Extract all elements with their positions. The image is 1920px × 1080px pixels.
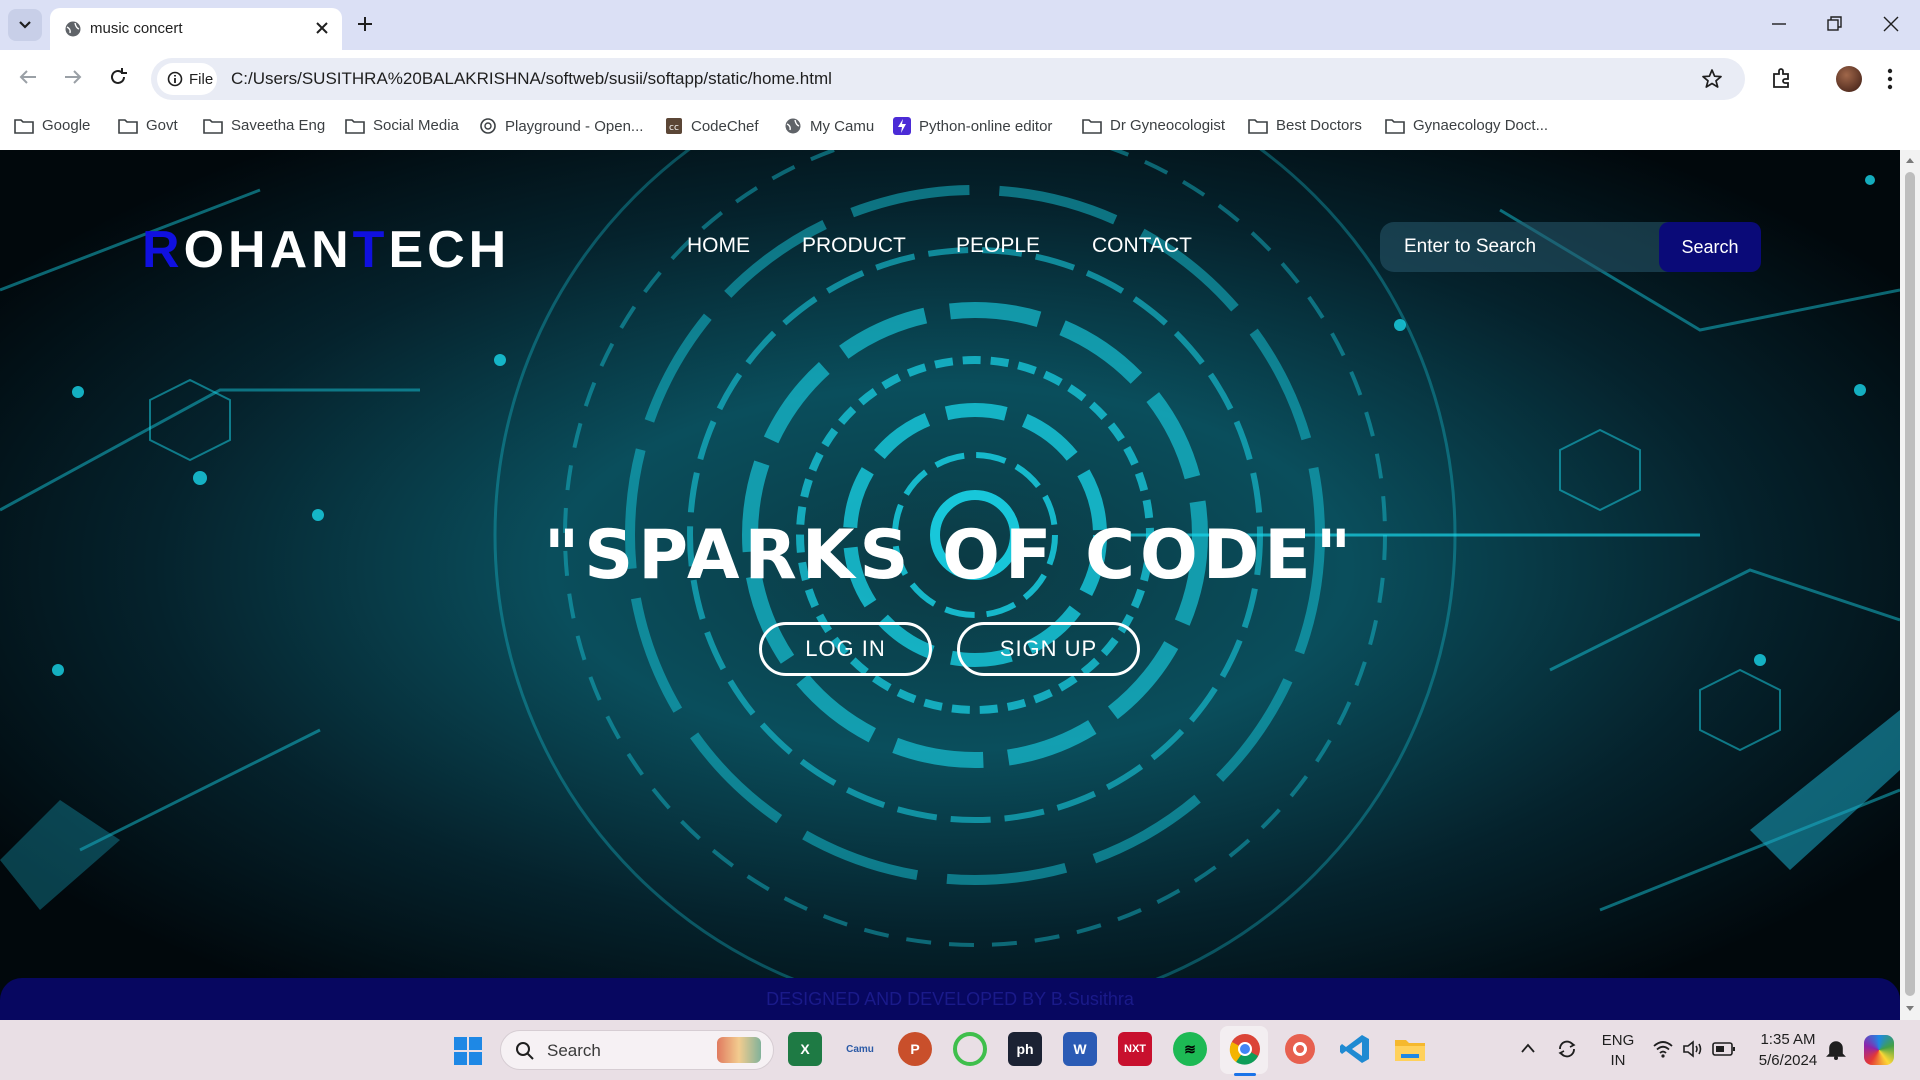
scrollbar-thumb[interactable] [1905, 172, 1915, 996]
ph-app-icon[interactable]: ph [1008, 1032, 1042, 1066]
back-arrow-icon[interactable] [17, 66, 39, 88]
restore-window-icon[interactable] [1825, 12, 1843, 36]
bookmark-codechef[interactable]: cc CodeChef [665, 117, 759, 135]
close-tab-icon[interactable] [314, 20, 330, 36]
clock-time[interactable]: 1:35 AM [1750, 1031, 1826, 1048]
clock-date[interactable]: 5/6/2024 [1750, 1052, 1826, 1069]
forward-arrow-icon[interactable] [62, 66, 84, 88]
chrome-alt-icon[interactable] [1283, 1032, 1317, 1066]
volume-icon[interactable] [1682, 1039, 1704, 1059]
bookmark-my-camu[interactable]: My Camu [784, 117, 874, 135]
chrome-running-indicator [1234, 1073, 1256, 1076]
page-footer: DESIGNED AND DEVELOPED BY B.Susithra [0, 978, 1900, 1020]
language-indicator-top[interactable]: ENG [1600, 1032, 1636, 1049]
camu-icon[interactable]: Camu [843, 1032, 877, 1066]
folder-icon [203, 118, 223, 134]
bolt-icon [893, 117, 911, 135]
bookmark-playground-openai[interactable]: Playground - Open... [479, 117, 643, 135]
circle-app-icon[interactable] [953, 1032, 987, 1066]
bookmark-best-doctors[interactable]: Best Doctors [1248, 117, 1362, 134]
info-icon [167, 71, 183, 87]
browser-toolbar: File C:/Users/SUSITHRA%20BALAKRISHNA/sof… [0, 50, 1920, 108]
folder-icon [1385, 118, 1405, 134]
windows-start-icon[interactable] [453, 1036, 483, 1066]
browser-tab-active[interactable]: music concert [50, 8, 342, 50]
excel-icon[interactable]: X [788, 1032, 822, 1066]
codechef-icon: cc [666, 118, 682, 134]
site-info-chip[interactable]: File [157, 63, 217, 95]
signup-button[interactable]: SIGN UP [957, 622, 1140, 676]
scroll-down-arrow-icon[interactable] [1905, 1005, 1915, 1013]
hero-headline: "SPARKS OF CODE" [543, 516, 1357, 595]
reload-icon[interactable] [107, 66, 129, 88]
globe-icon [65, 21, 81, 37]
tab-title: music concert [90, 20, 183, 37]
close-window-icon[interactable] [1882, 12, 1900, 36]
word-icon[interactable]: W [1063, 1032, 1097, 1066]
url-text[interactable]: C:/Users/SUSITHRA%20BALAKRISHNA/softweb/… [231, 69, 832, 89]
file-explorer-icon[interactable] [1393, 1032, 1427, 1066]
bookmark-social-media[interactable]: Social Media [345, 117, 459, 134]
notification-bell-icon[interactable] [1826, 1039, 1846, 1061]
sync-icon[interactable] [1556, 1038, 1578, 1060]
chevron-down-icon [19, 21, 31, 29]
globe-icon [785, 118, 801, 134]
powerpoint-icon[interactable]: P [898, 1032, 932, 1066]
folder-icon [14, 118, 34, 134]
vscode-icon[interactable] [1338, 1032, 1372, 1066]
search-highlight-icon [717, 1037, 761, 1063]
nav-link-home[interactable]: HOME [687, 234, 750, 258]
nav-link-contact[interactable]: CONTACT [1092, 234, 1192, 258]
site-search-input[interactable] [1380, 222, 1670, 272]
folder-icon [1082, 118, 1102, 134]
bookmark-python-editor[interactable]: Python-online editor [893, 117, 1052, 135]
bookmark-google[interactable]: Google [14, 117, 90, 134]
folder-icon [118, 118, 138, 134]
sunnxt-icon[interactable]: NXT [1118, 1032, 1152, 1066]
scroll-up-arrow-icon[interactable] [1905, 156, 1915, 164]
bookmark-dr-gyneocologist[interactable]: Dr Gyneocologist [1082, 117, 1225, 134]
spotify-icon[interactable]: ≋ [1173, 1032, 1207, 1066]
page-scrollbar[interactable] [1900, 150, 1920, 1020]
nav-link-product[interactable]: PRODUCT [802, 234, 906, 258]
site-search-button[interactable]: Search [1659, 222, 1761, 272]
chrome-icon[interactable] [1228, 1032, 1262, 1066]
taskbar-search-label: Search [547, 1041, 601, 1060]
search-icon [516, 1042, 534, 1060]
site-logo[interactable]: ROHANTECH [142, 220, 510, 280]
new-tab-plus-icon[interactable] [355, 14, 375, 34]
nav-link-people[interactable]: PEOPLE [956, 234, 1040, 258]
bookmark-gynaecology-doct[interactable]: Gynaecology Doct... [1385, 117, 1548, 134]
browser-tab-bar: music concert [0, 0, 1920, 50]
folder-icon [345, 118, 365, 134]
more-menu-icon[interactable] [1886, 67, 1894, 91]
profile-avatar[interactable] [1836, 66, 1862, 92]
wifi-icon[interactable] [1652, 1040, 1674, 1058]
folder-icon [1248, 118, 1268, 134]
minimize-window-icon[interactable] [1770, 12, 1788, 36]
windows-taskbar: Search X Camu P ph W NXT ≋ ENG IN 1:35 A… [0, 1020, 1920, 1080]
taskbar-search-box[interactable]: Search [500, 1030, 774, 1070]
battery-icon[interactable] [1712, 1041, 1736, 1057]
bookmark-star-icon[interactable] [1701, 68, 1723, 90]
address-bar[interactable]: File C:/Users/SUSITHRA%20BALAKRISHNA/sof… [151, 58, 1745, 100]
page-viewport: ROHANTECH HOME PRODUCT PEOPLE CONTACT Se… [0, 150, 1900, 1020]
copilot-icon[interactable] [1864, 1035, 1894, 1065]
openai-icon [480, 118, 496, 134]
bookmarks-bar: Google Govt Saveetha Eng Social Media Pl… [0, 108, 1920, 150]
language-indicator-bottom[interactable]: IN [1600, 1052, 1636, 1069]
login-button[interactable]: LOG IN [759, 622, 932, 676]
extensions-puzzle-icon[interactable] [1770, 66, 1794, 90]
svg-text:cc: cc [669, 123, 679, 133]
bookmark-govt[interactable]: Govt [118, 117, 178, 134]
site-info-label: File [189, 70, 214, 88]
chevron-up-icon[interactable] [1520, 1042, 1536, 1054]
bookmark-saveetha-eng[interactable]: Saveetha Eng [203, 117, 325, 134]
tab-search-dropdown-button[interactable] [8, 9, 42, 41]
